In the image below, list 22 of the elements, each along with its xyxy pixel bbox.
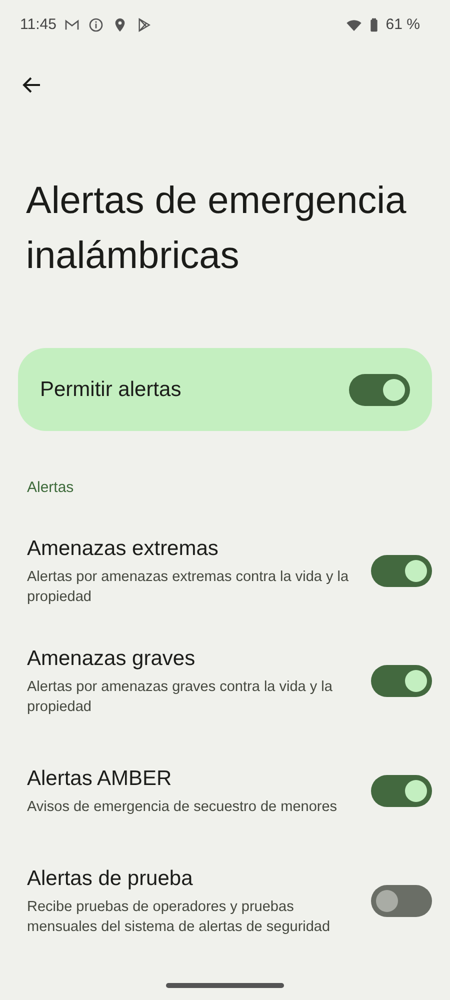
section-header: Alertas	[27, 478, 75, 498]
status-time: 11:45	[20, 14, 56, 35]
setting-summary: Recibe pruebas de operadores y pruebas mensuales del sistema de alertas de seguridad	[27, 898, 332, 936]
wifi-icon	[346, 17, 362, 33]
battery-percentage: 61 %	[386, 14, 420, 35]
toggle-switch[interactable]	[371, 774, 432, 806]
master-switch-label: Permitir alertas	[40, 376, 182, 403]
master-switch-card[interactable]: Permitir alertas	[18, 348, 432, 431]
page-title: Alertas de emergencia inalámbricas	[26, 179, 408, 279]
setting-title: Alertas de prueba	[27, 866, 194, 892]
play-store-icon	[136, 17, 152, 33]
info-icon	[88, 17, 104, 33]
setting-title: Alertas AMBER	[27, 766, 173, 792]
setting-summary: Avisos de emergencia de secuestro de menores	[27, 798, 338, 816]
setting-title: Amenazas graves	[27, 646, 196, 672]
toggle-switch[interactable]	[371, 664, 432, 696]
toggle-switch[interactable]	[349, 374, 410, 406]
setting-title: Amenazas extremas	[27, 536, 220, 562]
setting-summary: Alertas por amenazas extremas contra la vida y la propiedad	[27, 568, 350, 606]
toggle-switch[interactable]	[371, 554, 432, 586]
toggle-switch[interactable]	[371, 884, 432, 916]
setting-summary: Alertas por amenazas graves contra la vida y la propiedad	[27, 678, 334, 716]
